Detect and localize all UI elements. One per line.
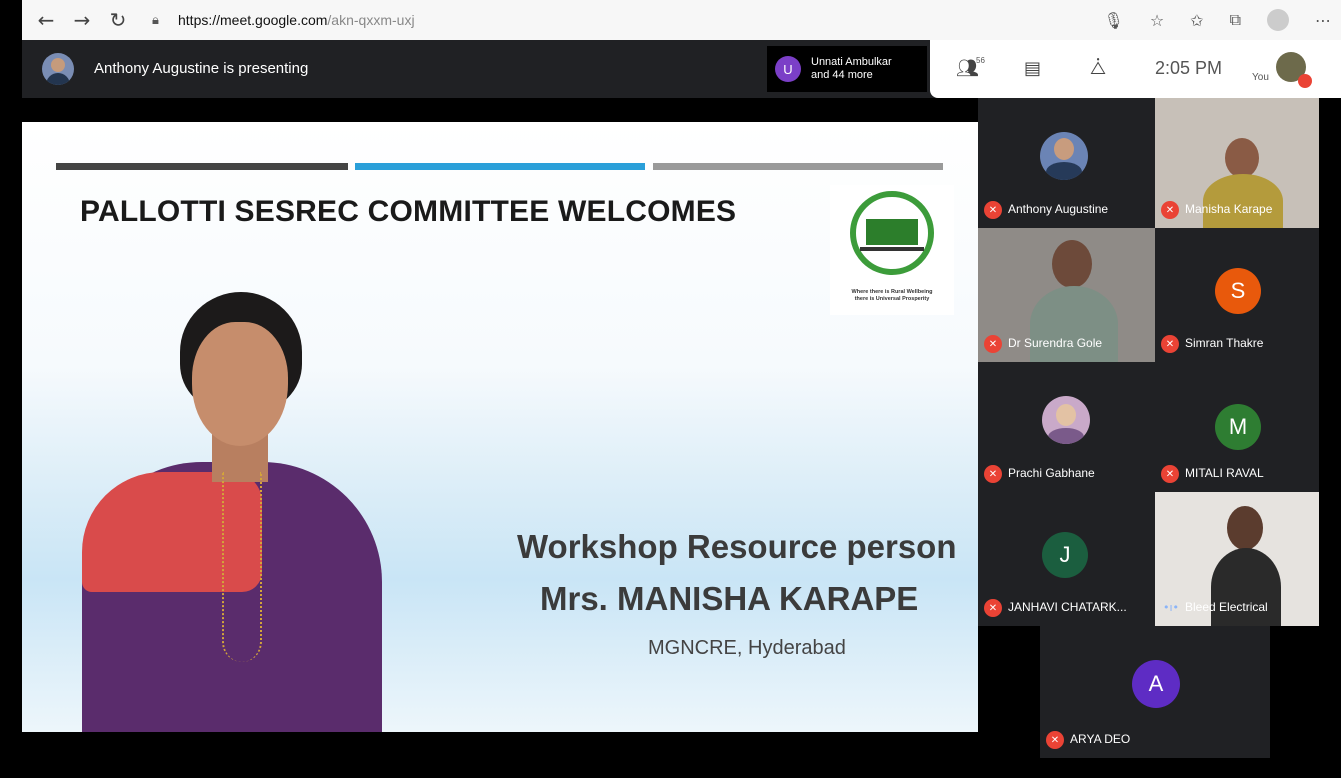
mic-off-icon: ✕ [984,599,1002,617]
logo-caption-line-2: there is Universal Prosperity [854,296,930,302]
participant-tile[interactable]: J ✕ JANHAVI CHATARK... [978,492,1155,626]
participants-count: 56 [976,56,985,65]
participant-name: Anthony Augustine [1008,202,1109,216]
microphone-icon[interactable]: 🎙︎ [1104,11,1124,30]
participant-tile[interactable]: ✕ Prachi Gabhane [978,362,1155,492]
chip-avatar: U [775,56,801,82]
participant-name: Dr Surendra Gole [1008,336,1103,350]
participant-tile[interactable]: •ı• Bleed Electrical [1155,492,1319,626]
participant-name: Manisha Karape [1185,202,1273,216]
mic-off-icon: ✕ [1161,465,1179,483]
you-label: You [1252,72,1269,83]
mic-off-icon: ✕ [984,335,1002,353]
meet-controls: 👥︎ 56 ▤ ⧊ 2:05 PM You [930,40,1341,98]
decor-bar-dark [56,163,348,170]
participant-tile[interactable]: S ✕ Simran Thakre [1155,228,1319,362]
participant-name: MITALI RAVAL [1185,466,1264,480]
participant-avatar: M [1215,404,1261,450]
decor-bar-blue [355,163,645,170]
speaking-icon: •ı• [1163,601,1180,614]
resource-title: Workshop Resource person [517,528,957,565]
chip-line-1: Unnati Ambulkar [811,56,892,68]
lock-icon[interactable]: 🔒︎ [152,12,168,28]
mic-off-icon: ✕ [984,465,1002,483]
other-participants-chip[interactable]: U Unnati Ambulkar and 44 more [767,46,927,92]
resource-name: Mrs. MANISHA KARAPE [540,580,919,617]
more-icon[interactable]: ⋯ [1315,11,1331,30]
collections-icon[interactable]: ⧉ [1230,10,1241,30]
back-icon[interactable]: ← [34,8,58,32]
url-host: https://meet.google.com [178,12,328,28]
forward-icon[interactable]: → [70,8,94,32]
participant-tile[interactable]: ✕ Anthony Augustine [978,98,1155,228]
participant-avatar: J [1042,532,1088,578]
profile-avatar[interactable] [1267,9,1289,31]
participant-name: Prachi Gabhane [1008,466,1095,480]
participant-avatar: A [1132,660,1180,708]
participant-tile[interactable]: M ✕ MITALI RAVAL [1155,362,1319,492]
presentation-slide: PALLOTTI SESREC COMMITTEE WELCOMES Where… [22,122,978,732]
resource-person-photo [62,282,382,732]
chip-line-2: and 44 more [811,69,873,81]
participant-name: Bleed Electrical [1185,600,1268,614]
star-icon[interactable]: ☆ [1150,11,1164,30]
participant-avatar: S [1215,268,1261,314]
browser-toolbar: ← → ↻ 🔒︎ https://meet.google.com/akn-qxx… [22,0,1341,40]
mic-off-icon: ✕ [1161,201,1179,219]
mic-off-icon: ✕ [1161,335,1179,353]
mic-off-icon: ✕ [984,201,1002,219]
participant-tile[interactable]: ✕ Manisha Karape [1155,98,1319,228]
mic-off-icon: ✕ [1046,731,1064,749]
resource-org: MGNCRE, Hyderabad [648,637,846,659]
participant-tile[interactable]: A ✕ ARYA DEO [1040,626,1270,758]
decor-bar-grey [653,163,943,170]
meet-header: Anthony Augustine is presenting U Unnati… [22,40,1341,98]
participant-avatar [1042,396,1090,444]
presenting-status: Anthony Augustine is presenting [94,60,309,77]
clock: 2:05 PM [1155,58,1223,78]
participant-name: ARYA DEO [1070,732,1131,746]
url-path: /akn-qxxm-uxj [327,12,415,28]
mic-off-icon [1298,74,1312,88]
favorites-icon[interactable]: ✩ [1190,11,1203,30]
participant-name: JANHAVI CHATARK... [1008,600,1127,614]
sesrec-logo: Where there is Rural Wellbeing there is … [830,185,954,315]
chat-icon[interactable]: ▤ [1024,58,1041,79]
refresh-icon[interactable]: ↻ [106,8,130,32]
address-bar[interactable]: https://meet.google.com/akn-qxxm-uxj [178,12,415,28]
activities-icon[interactable]: ⧊ [1090,58,1106,79]
participant-tile[interactable]: ✕ Dr Surendra Gole [978,228,1155,362]
presenter-avatar [42,53,74,85]
participant-avatar [1040,132,1088,180]
logo-caption-line-1: Where there is Rural Wellbeing [851,289,933,295]
slide-title: PALLOTTI SESREC COMMITTEE WELCOMES [80,195,737,228]
participant-name: Simran Thakre [1185,336,1264,350]
